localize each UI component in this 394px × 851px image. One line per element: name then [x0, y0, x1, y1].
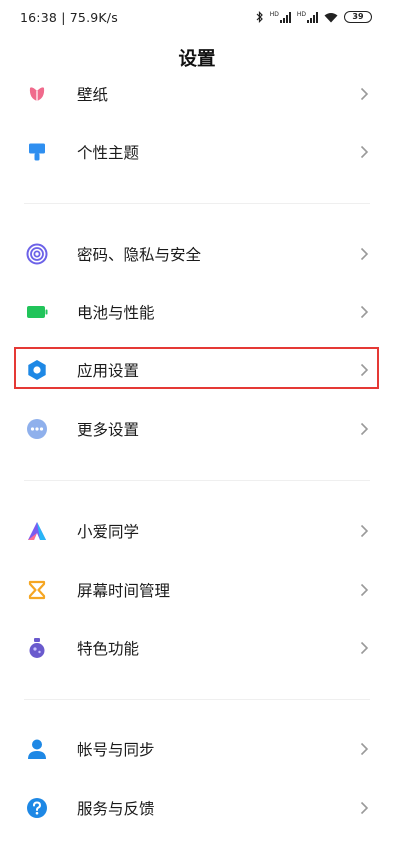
signal-1-icon: HD — [270, 11, 291, 23]
settings-item-xiaoai[interactable]: 小爱同学 — [0, 502, 394, 560]
hourglass-icon — [26, 579, 48, 601]
chevron-right-icon — [360, 87, 369, 101]
wallpaper-tulip-icon — [26, 83, 48, 105]
settings-item-label: 壁纸 — [77, 86, 109, 104]
settings-item-label: 电池与性能 — [77, 304, 155, 322]
settings-item-label: 服务与反馈 — [77, 800, 155, 818]
settings-item-label: 个性主题 — [77, 144, 140, 162]
status-time-speed: 16:38 | 75.9K/s — [20, 9, 118, 25]
chevron-right-icon — [360, 145, 369, 159]
settings-item-privacy-security[interactable]: 密码、隐私与安全 — [0, 225, 394, 283]
chevron-right-icon — [360, 641, 369, 655]
status-icons: HD HD 39 — [256, 11, 372, 23]
gear-icon — [26, 359, 48, 381]
chevron-right-icon — [360, 742, 369, 756]
settings-item-battery[interactable]: 电池与性能 — [0, 283, 394, 341]
settings-item-service-feedback[interactable]: 服务与反馈 — [0, 779, 394, 837]
chevron-right-icon — [360, 247, 369, 261]
section-divider — [24, 480, 370, 481]
account-person-icon — [26, 738, 48, 760]
chevron-right-icon — [360, 422, 369, 436]
chevron-right-icon — [360, 583, 369, 597]
battery-performance-icon — [26, 301, 48, 323]
help-question-icon — [26, 797, 48, 819]
chevron-right-icon — [360, 305, 369, 319]
section-divider — [24, 203, 370, 204]
battery-icon: 39 — [344, 11, 372, 23]
chevron-right-icon — [360, 524, 369, 538]
settings-item-theme[interactable]: 个性主题 — [0, 123, 394, 181]
theme-brush-icon — [26, 141, 48, 163]
wifi-icon — [324, 12, 338, 22]
settings-item-label: 应用设置 — [77, 362, 140, 380]
settings-item-label: 更多设置 — [77, 421, 140, 439]
settings-item-special-features[interactable]: 特色功能 — [0, 619, 394, 677]
settings-item-app-settings[interactable]: 应用设置 — [0, 341, 394, 399]
settings-item-label: 密码、隐私与安全 — [77, 246, 202, 264]
settings-item-label: 屏幕时间管理 — [77, 582, 171, 600]
section-divider — [24, 699, 370, 700]
more-dots-icon — [26, 418, 48, 440]
status-bar: 16:38 | 75.9K/s HD HD 39 — [0, 0, 394, 34]
chevron-right-icon — [360, 363, 369, 377]
settings-item-wallpaper[interactable]: 壁纸 — [0, 65, 394, 123]
settings-item-account-sync[interactable]: 帐号与同步 — [0, 720, 394, 778]
features-flask-icon — [26, 637, 48, 659]
chevron-right-icon — [360, 801, 369, 815]
fingerprint-icon — [26, 243, 48, 265]
settings-item-label: 小爱同学 — [77, 523, 140, 541]
xiaoai-icon — [26, 520, 48, 542]
settings-item-label: 帐号与同步 — [77, 741, 155, 759]
settings-item-screen-time[interactable]: 屏幕时间管理 — [0, 561, 394, 619]
settings-item-more-settings[interactable]: 更多设置 — [0, 400, 394, 458]
settings-item-label: 特色功能 — [77, 640, 140, 658]
bluetooth-icon — [256, 11, 263, 23]
signal-2-icon: HD — [297, 11, 318, 23]
